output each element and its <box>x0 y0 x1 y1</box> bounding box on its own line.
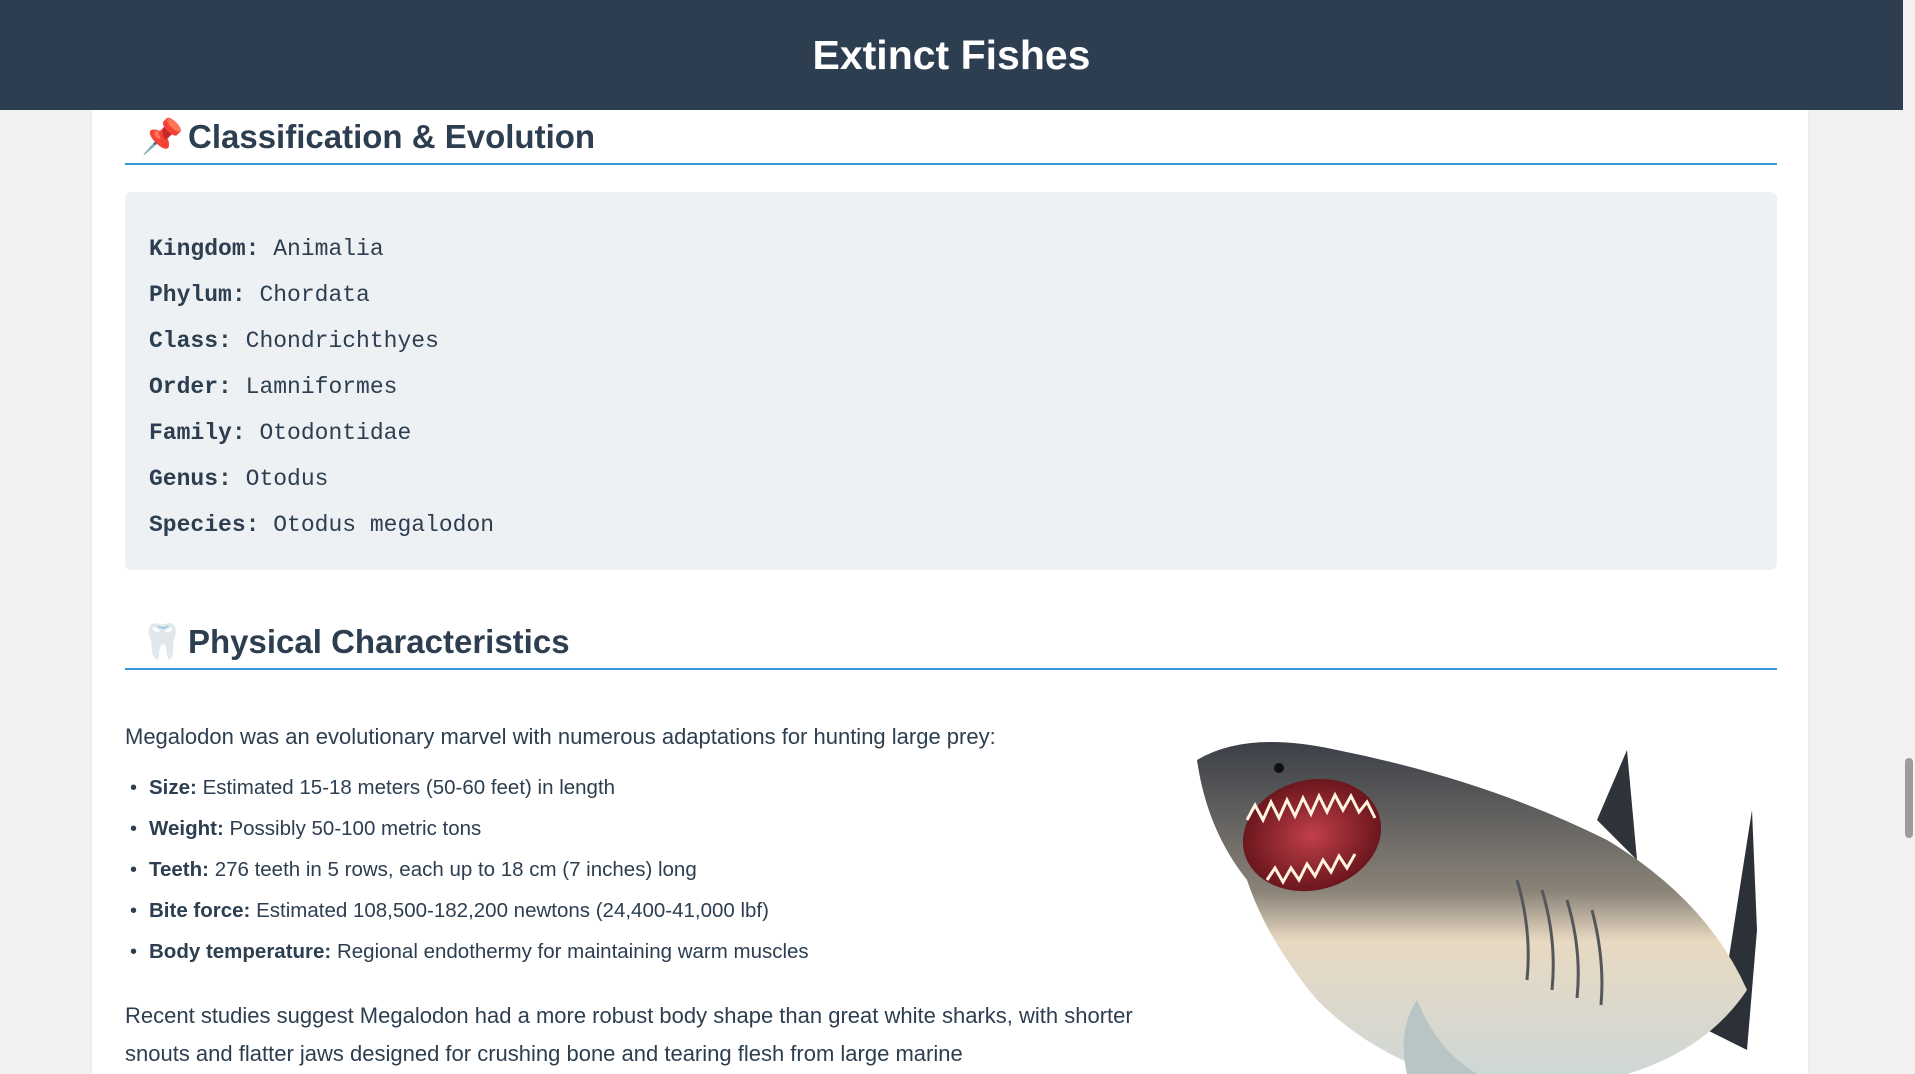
class-row-order: Order: Lamniformes <box>149 374 398 400</box>
site-title: Extinct Fishes <box>812 31 1091 78</box>
physical-facts-list: Size: Estimated 15-18 meters (50-60 feet… <box>130 773 1169 978</box>
physical-intro: Megalodon was an evolutionary marvel wit… <box>125 724 996 749</box>
scrollbar-thumb[interactable] <box>1905 758 1913 838</box>
classification-heading: 📌 Classification & Evolution <box>125 110 1777 165</box>
class-row-class: Class: Chondrichthyes <box>149 328 439 354</box>
list-item: Bite force: Estimated 108,500-182,200 ne… <box>130 896 1169 937</box>
classification-title: Classification & Evolution <box>188 117 596 155</box>
class-row-kingdom: Kingdom: Animalia <box>149 236 384 262</box>
class-row-species: Species: Otodus megalodon <box>149 512 495 538</box>
list-item: Weight: Possibly 50-100 metric tons <box>130 814 1169 855</box>
list-item: Teeth: 276 teeth in 5 rows, each up to 1… <box>130 855 1169 896</box>
classification-box: Kingdom: Animalia Phylum: Chordata Class… <box>125 192 1777 570</box>
megalodon-image <box>1197 742 1757 1074</box>
shark-eye <box>1274 763 1284 773</box>
page-scrollbar[interactable] <box>1903 0 1915 1074</box>
tooth-icon: 🦷 <box>141 621 184 662</box>
class-row-genus: Genus: Otodus <box>149 466 329 492</box>
physical-heading: 🦷 Physical Characteristics <box>125 615 1777 670</box>
pushpin-icon: 📌 <box>141 116 184 157</box>
physical-title: Physical Characteristics <box>188 622 570 660</box>
physical-paragraph: Recent studies suggest Megalodon had a m… <box>125 1003 1133 1066</box>
list-item: Body temperature: Regional endothermy fo… <box>130 937 1169 978</box>
site-header: Extinct Fishes <box>0 0 1903 110</box>
list-item: Size: Estimated 15-18 meters (50-60 feet… <box>130 773 1169 814</box>
class-row-family: Family: Otodontidae <box>149 420 412 446</box>
content-page: 📌 Classification & Evolution Kingdom: An… <box>92 110 1808 1074</box>
class-row-phylum: Phylum: Chordata <box>149 282 370 308</box>
